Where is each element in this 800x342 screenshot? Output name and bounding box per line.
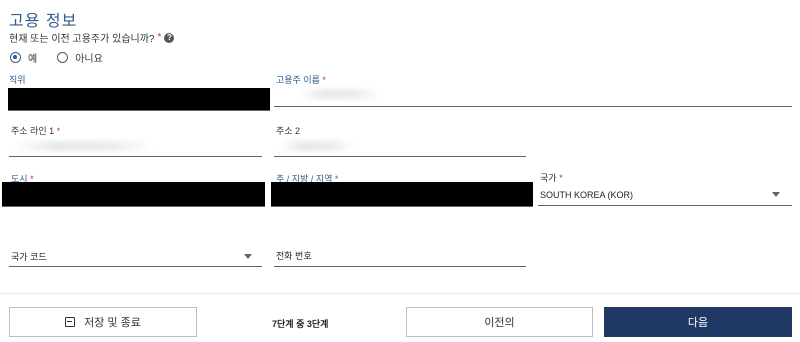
radio-option-yes[interactable]: 예 <box>10 50 37 65</box>
job-title-field[interactable] <box>8 88 270 111</box>
next-button[interactable]: 다음 <box>604 307 792 337</box>
employer-name-label-text: 고용주 이름 <box>276 75 320 85</box>
help-icon[interactable]: ? <box>164 32 175 43</box>
previous-label: 이전의 <box>484 317 515 329</box>
required-marker: * <box>322 75 326 85</box>
employment-radio-group: 예 아니요 <box>10 50 123 65</box>
address-line1-label: 주소 라인 1 * <box>11 124 60 137</box>
address-line2-label: 주소 2 <box>276 124 300 137</box>
country-label-text: 국가 <box>540 173 557 183</box>
save-icon <box>65 317 76 327</box>
footer-divider <box>0 293 800 294</box>
radio-label-no: 아니요 <box>75 54 103 65</box>
radio-unchecked-icon[interactable] <box>57 52 69 63</box>
chevron-down-icon[interactable] <box>772 192 780 197</box>
step-indicator: 7단계 중 3단계 <box>272 319 329 329</box>
country-code-select[interactable]: 국가 코드 <box>9 246 262 267</box>
employment-question-text: 현재 또는 이전 고용주가 있습니까? <box>9 34 155 45</box>
country-selected-value: SOUTH KOREA (KOR) <box>540 189 634 200</box>
country-select[interactable]: SOUTH KOREA (KOR) <box>538 184 792 206</box>
employer-name-label: 고용주 이름 * <box>276 73 326 86</box>
city-field[interactable] <box>2 182 265 207</box>
employment-question: 현재 또는 이전 고용주가 있습니까? * ? <box>9 30 175 45</box>
phone-field[interactable]: 전화 번호 <box>274 245 526 267</box>
next-label: 다음 <box>687 317 709 329</box>
chevron-down-icon[interactable] <box>244 253 252 259</box>
radio-label-yes: 예 <box>28 54 38 65</box>
job-title-label: 직위 <box>9 73 26 86</box>
country-label: 국가 * <box>540 171 563 184</box>
previous-button[interactable]: 이전의 <box>406 307 593 337</box>
address-line2-label-text: 주소 2 <box>276 126 301 136</box>
save-and-exit-label: 저장 및 종료 <box>84 317 141 329</box>
job-title-label-text: 직위 <box>9 75 26 85</box>
radio-checked-icon[interactable] <box>10 52 21 63</box>
required-marker: * <box>559 173 563 183</box>
required-marker: * <box>157 32 162 43</box>
section-title: 고용 정보 <box>9 13 78 30</box>
employer-name-blur <box>300 89 380 99</box>
address-line1-blur <box>14 141 154 151</box>
phone-label: 전화 번호 <box>276 251 312 261</box>
save-and-exit-button[interactable]: 저장 및 종료 <box>9 307 197 337</box>
address-line1-label-text: 주소 라인 1 <box>11 126 55 136</box>
radio-option-no[interactable]: 아니요 <box>57 50 103 65</box>
state-field[interactable] <box>271 182 533 207</box>
country-code-label: 국가 코드 <box>11 251 47 262</box>
required-marker: * <box>56 126 61 136</box>
address-line2-blur <box>280 141 355 151</box>
